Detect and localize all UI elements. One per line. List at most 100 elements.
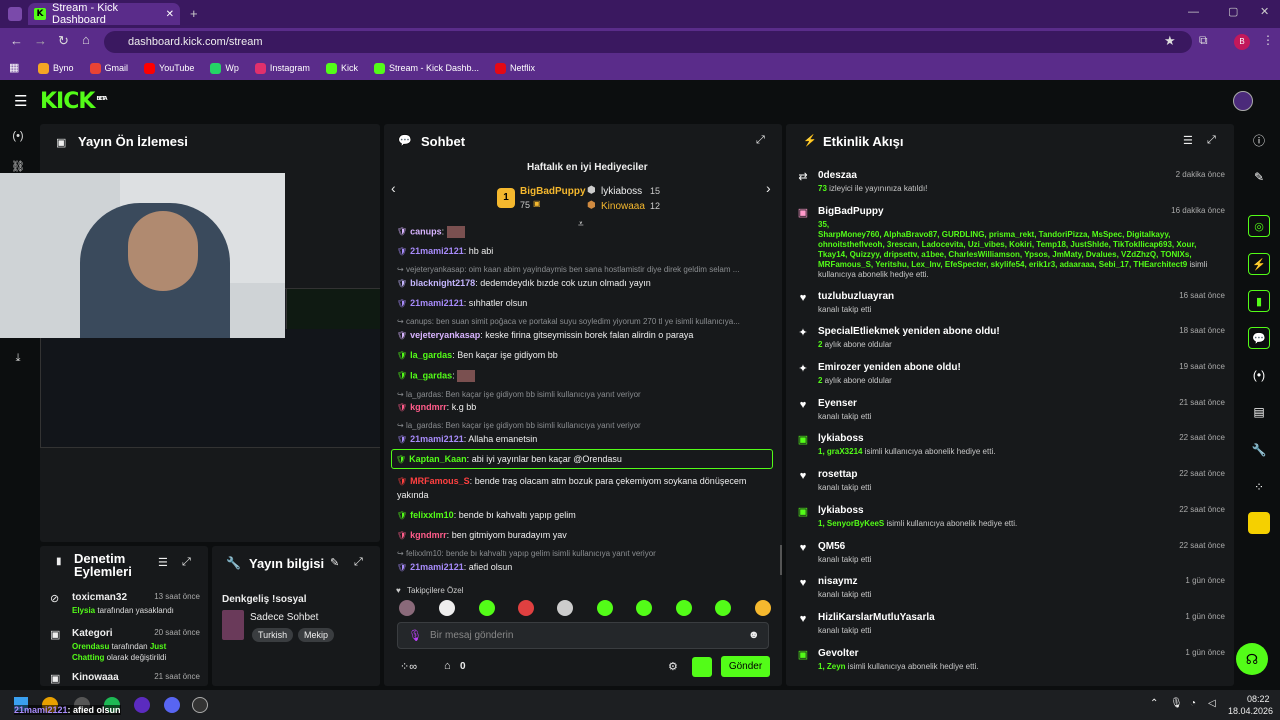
- moderation-item[interactable]: ⊘ toxicman32 13 saat önce Elysia tarafından…: [50, 592, 200, 626]
- bookmark-item[interactable]: Byno: [38, 62, 74, 74]
- tab-close-icon[interactable]: ✕: [166, 9, 174, 20]
- chat-username[interactable]: felixxlm10: [410, 510, 454, 520]
- target-button[interactable]: ◎: [1248, 215, 1270, 237]
- chat-username[interactable]: 21mami2121: [410, 434, 464, 444]
- edit-icon[interactable]: ✎: [1250, 170, 1268, 188]
- extensions-icon[interactable]: ⧉: [1199, 33, 1208, 48]
- back-icon[interactable]: ←: [10, 33, 23, 48]
- mic-icon[interactable]: 🎙: [408, 629, 422, 642]
- bookmark-item[interactable]: Netflix: [494, 62, 535, 74]
- bookmark-item[interactable]: Instagram: [254, 62, 310, 74]
- volume-icon[interactable]: ◁: [1208, 698, 1216, 709]
- send-button[interactable]: Gönder: [721, 656, 770, 677]
- chat-username[interactable]: kgndmrr: [410, 530, 447, 540]
- hamburger-menu-icon[interactable]: ☰: [14, 92, 27, 110]
- store-icon[interactable]: ⌂: [444, 660, 451, 672]
- moderation-item[interactable]: ▣ Kategori 20 saat önce Orendasu tarafından…: [50, 628, 200, 662]
- chat-mode-button[interactable]: 💬: [1248, 327, 1270, 349]
- emote-button[interactable]: [439, 600, 455, 616]
- chat-username[interactable]: 21mami2121: [410, 246, 464, 256]
- tools-icon[interactable]: 🔧: [1250, 443, 1268, 461]
- apps-grid-icon[interactable]: ▦: [9, 61, 19, 74]
- tray-chevron-icon[interactable]: ⌃: [1150, 698, 1158, 709]
- emoji-icon[interactable]: ☻: [748, 629, 760, 641]
- minimize-icon[interactable]: —: [1188, 6, 1199, 18]
- obs-icon[interactable]: [192, 697, 208, 713]
- chat-message[interactable]: 🛡 21mami2121: Allaha emanetsin: [397, 434, 537, 444]
- mod-popout-icon[interactable]: ⤢: [182, 556, 191, 569]
- chat-scrollbar[interactable]: [780, 545, 782, 575]
- printer-icon[interactable]: ▤: [1250, 405, 1268, 423]
- chat-message[interactable]: 🛡 MRFamous_S: bende traş olacam atm bozuk…: [397, 476, 746, 486]
- mod-filter-icon[interactable]: ☰: [158, 556, 168, 569]
- url-field[interactable]: dashboard.kick.com/stream: [104, 31, 1192, 53]
- close-window-icon[interactable]: ✕: [1260, 5, 1269, 18]
- chat-message[interactable]: 🛡 la_gardas:: [397, 370, 476, 382]
- highlighted-chat-message[interactable]: 🛡 Kaptan_Kaan: abi iyi yayınlar ben kaçar…: [391, 449, 773, 469]
- gifters-prev-icon[interactable]: ‹: [391, 180, 396, 196]
- chat-message[interactable]: 🛡 kgndmrr: ben gitmiyom buradayım yav: [397, 530, 567, 540]
- support-button[interactable]: ☊: [1236, 643, 1268, 675]
- promo-button[interactable]: [1248, 512, 1270, 534]
- emote-button[interactable]: [557, 600, 573, 616]
- bookmark-star-icon[interactable]: ★: [1164, 33, 1176, 49]
- clip-button[interactable]: ▮: [1248, 290, 1270, 312]
- emote-button[interactable]: [676, 600, 692, 616]
- reload-icon[interactable]: ↻: [58, 33, 69, 49]
- chat-message[interactable]: 🛡 canups:: [397, 226, 465, 238]
- info-popout-icon[interactable]: ⤢: [354, 556, 363, 569]
- profile-avatar[interactable]: B: [1234, 34, 1250, 50]
- new-tab-icon[interactable]: +: [190, 6, 198, 21]
- info-icon[interactable]: ⓘ: [1250, 132, 1268, 150]
- emote-button[interactable]: [636, 600, 652, 616]
- mic-tray-icon[interactable]: 🎙: [1170, 698, 1183, 709]
- bookmark-item[interactable]: Gmail: [89, 62, 128, 74]
- chat-username[interactable]: vejeteryankasap: [410, 330, 480, 340]
- chat-message[interactable]: 🛡 kgndmrr: k.g bb: [397, 402, 476, 412]
- emote-button[interactable]: [597, 600, 613, 616]
- chat-message[interactable]: 🛡 la_gardas: Ben kaçar işe gidiyom bb: [397, 350, 558, 360]
- activity-popout-icon[interactable]: ⤢: [1207, 134, 1216, 147]
- chat-username[interactable]: MRFamous_S: [410, 476, 470, 486]
- chat-username[interactable]: Kaptan_Kaan: [409, 454, 467, 464]
- connections-icon[interactable]: ⁘: [1250, 480, 1268, 498]
- chat-username[interactable]: kgndmrr: [410, 402, 447, 412]
- chat-username[interactable]: la_gardas: [410, 350, 452, 360]
- edit-info-icon[interactable]: ✎: [330, 556, 339, 569]
- bookmark-item[interactable]: Stream - Kick Dashb...: [373, 62, 479, 74]
- chat-message[interactable]: 🛡 21mami2121: hb abi: [397, 246, 493, 256]
- live-nav-icon[interactable]: (•): [8, 130, 28, 150]
- bookmark-item[interactable]: Kick: [325, 62, 358, 74]
- home-icon[interactable]: ⌂: [82, 32, 90, 47]
- browser-tab[interactable]: K Stream - Kick Dashboard ✕: [28, 2, 180, 26]
- chat-input[interactable]: 🎙 Bir mesaj gönderin ☻: [397, 622, 769, 649]
- flash-button[interactable]: ⚡: [1248, 253, 1270, 275]
- points-icon[interactable]: ⁘∞: [400, 660, 417, 673]
- emote-button[interactable]: [755, 600, 771, 616]
- chat-message[interactable]: 🛡 vejeteryankasap: keske firina gitseymis…: [397, 330, 693, 340]
- chat-settings-icon[interactable]: ⚙: [668, 660, 678, 673]
- broadcast-icon[interactable]: (•): [1250, 368, 1268, 386]
- network-icon[interactable]: ◔: [1190, 698, 1196, 709]
- chat-message[interactable]: 🛡 blacknight2178: dedemdeydık bızde cok u…: [397, 278, 651, 288]
- kick-logo[interactable]: KICK BETA: [40, 89, 108, 114]
- bookmark-item[interactable]: Wp: [210, 62, 239, 74]
- chat-message[interactable]: 🛡 felixxlm10: bende bı kahvaltı yapıp gel…: [397, 510, 576, 520]
- chat-message[interactable]: 🛡 21mami2121: afied olsun: [397, 562, 512, 572]
- moderation-item[interactable]: ▣ Kinowaaa 21 saat önce: [50, 672, 200, 686]
- chat-username[interactable]: blacknight2178: [410, 278, 475, 288]
- chat-username[interactable]: 21mami2121: [410, 562, 464, 572]
- kick-emote-button[interactable]: [692, 657, 712, 677]
- emote-button[interactable]: [399, 600, 415, 616]
- chat-username[interactable]: la_gardas: [410, 370, 452, 380]
- forward-icon[interactable]: →: [34, 33, 47, 48]
- gifters-next-icon[interactable]: ›: [766, 180, 771, 196]
- tab-search-icon[interactable]: [8, 7, 22, 21]
- emote-button[interactable]: [518, 600, 534, 616]
- chat-popout-icon[interactable]: ⤢: [756, 134, 765, 147]
- browser-menu-icon[interactable]: ⋮: [1262, 33, 1274, 47]
- download-nav-icon[interactable]: ⤓: [8, 352, 28, 372]
- chat-username[interactable]: 21mami2121: [410, 298, 464, 308]
- restore-icon[interactable]: ▢: [1228, 5, 1238, 18]
- pinned-icon[interactable]: ⩡: [578, 219, 584, 230]
